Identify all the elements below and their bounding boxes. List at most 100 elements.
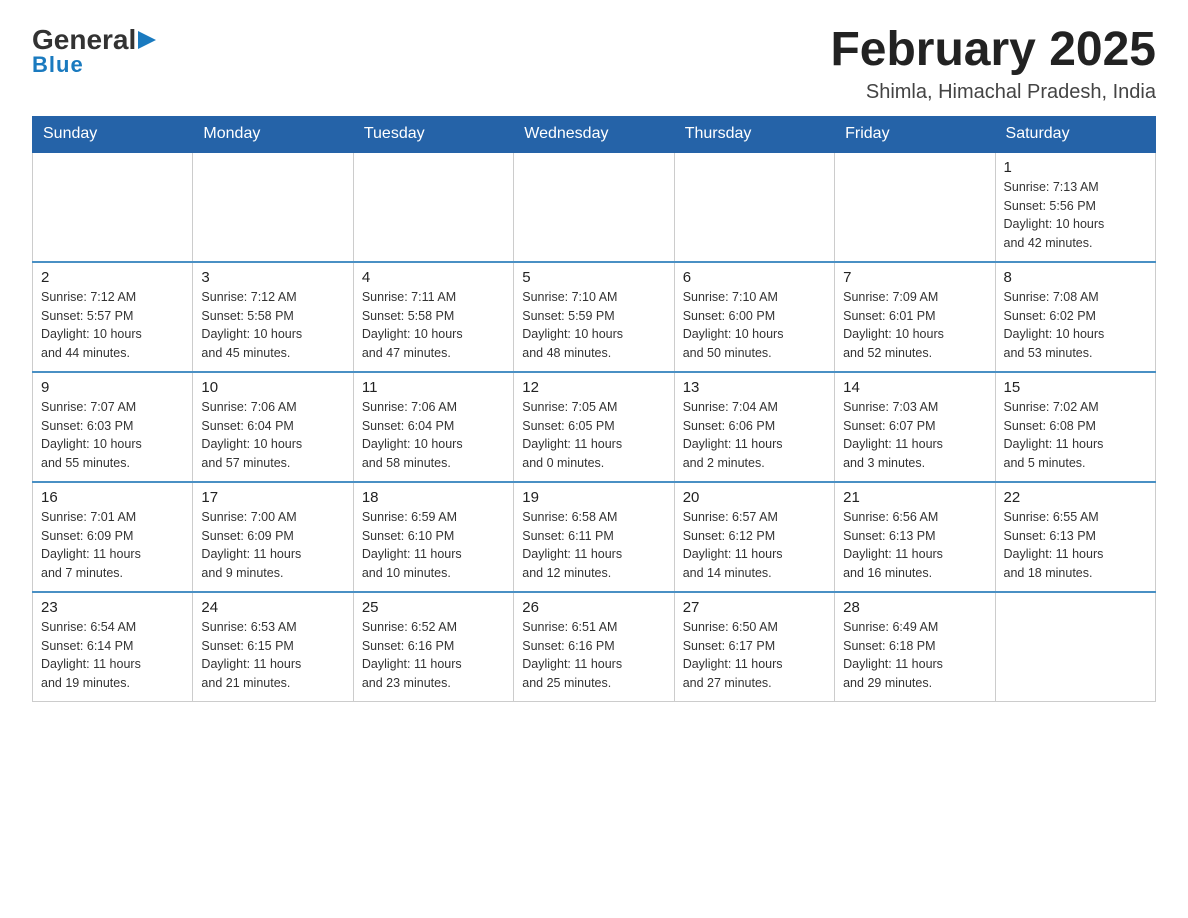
calendar-cell — [353, 152, 513, 262]
calendar-cell: 27 Sunrise: 6:50 AM Sunset: 6:17 PM Dayli… — [674, 592, 834, 702]
day-number: 20 — [683, 489, 826, 506]
day-number: 23 — [41, 599, 184, 616]
calendar-cell: 6 Sunrise: 7:10 AM Sunset: 6:00 PM Daylig… — [674, 262, 834, 372]
day-info: Sunrise: 6:59 AM Sunset: 6:10 PM Dayligh… — [362, 508, 505, 583]
day-number: 22 — [1004, 489, 1147, 506]
calendar-cell — [193, 152, 353, 262]
day-info: Sunrise: 7:03 AM Sunset: 6:07 PM Dayligh… — [843, 398, 986, 473]
header-tuesday: Tuesday — [353, 116, 513, 152]
calendar-cell — [835, 152, 995, 262]
header-saturday: Saturday — [995, 116, 1155, 152]
calendar-cell — [674, 152, 834, 262]
calendar-cell: 13Sunrise: 7:04 AM Sunset: 6:06 PM Dayli… — [674, 372, 834, 482]
day-number: 3 — [201, 269, 344, 286]
header-sunday: Sunday — [33, 116, 193, 152]
day-info: Sunrise: 7:01 AM Sunset: 6:09 PM Dayligh… — [41, 508, 184, 583]
day-info: Sunrise: 7:09 AM Sunset: 6:01 PM Dayligh… — [843, 288, 986, 363]
day-info: Sunrise: 7:05 AM Sunset: 6:05 PM Dayligh… — [522, 398, 665, 473]
day-info: Sunrise: 7:06 AM Sunset: 6:04 PM Dayligh… — [201, 398, 344, 473]
calendar-cell: 3 Sunrise: 7:12 AM Sunset: 5:58 PM Daylig… — [193, 262, 353, 372]
day-info: Sunrise: 7:00 AM Sunset: 6:09 PM Dayligh… — [201, 508, 344, 583]
day-info: Sunrise: 6:50 AM Sunset: 6:17 PM Dayligh… — [683, 618, 826, 693]
day-number: 9 — [41, 379, 184, 396]
weekday-header-row: Sunday Monday Tuesday Wednesday Thursday… — [33, 116, 1156, 152]
calendar-cell: 20 Sunrise: 6:57 AM Sunset: 6:12 PM Dayli… — [674, 482, 834, 592]
logo: General Blue — [32, 24, 156, 78]
day-number: 28 — [843, 599, 986, 616]
day-info: Sunrise: 6:57 AM Sunset: 6:12 PM Dayligh… — [683, 508, 826, 583]
day-number: 7 — [843, 269, 986, 286]
day-info: Sunrise: 7:02 AM Sunset: 6:08 PM Dayligh… — [1004, 398, 1147, 473]
calendar-cell: 9 Sunrise: 7:07 AM Sunset: 6:03 PM Daylig… — [33, 372, 193, 482]
page-subtitle: Shimla, Himachal Pradesh, India — [830, 81, 1156, 104]
calendar-cell: 1 Sunrise: 7:13 AM Sunset: 5:56 PM Daylig… — [995, 152, 1155, 262]
day-number: 2 — [41, 269, 184, 286]
day-info: Sunrise: 6:52 AM Sunset: 6:16 PM Dayligh… — [362, 618, 505, 693]
day-number: 6 — [683, 269, 826, 286]
calendar-week-row: 16Sunrise: 7:01 AM Sunset: 6:09 PM Dayli… — [33, 482, 1156, 592]
day-number: 12 — [522, 379, 665, 396]
calendar-cell: 19 Sunrise: 6:58 AM Sunset: 6:11 PM Dayli… — [514, 482, 674, 592]
day-number: 14 — [843, 379, 986, 396]
calendar-cell: 5 Sunrise: 7:10 AM Sunset: 5:59 PM Daylig… — [514, 262, 674, 372]
calendar-week-row: 23Sunrise: 6:54 AM Sunset: 6:14 PM Dayli… — [33, 592, 1156, 702]
day-info: Sunrise: 6:58 AM Sunset: 6:11 PM Dayligh… — [522, 508, 665, 583]
day-number: 24 — [201, 599, 344, 616]
calendar-cell: 22 Sunrise: 6:55 AM Sunset: 6:13 PM Dayli… — [995, 482, 1155, 592]
calendar-cell — [514, 152, 674, 262]
calendar-cell: 11 Sunrise: 7:06 AM Sunset: 6:04 PM Dayli… — [353, 372, 513, 482]
day-info: Sunrise: 7:12 AM Sunset: 5:58 PM Dayligh… — [201, 288, 344, 363]
header-thursday: Thursday — [674, 116, 834, 152]
calendar-week-row: 9 Sunrise: 7:07 AM Sunset: 6:03 PM Daylig… — [33, 372, 1156, 482]
title-block: February 2025 Shimla, Himachal Pradesh, … — [830, 24, 1156, 104]
day-number: 25 — [362, 599, 505, 616]
day-info: Sunrise: 7:06 AM Sunset: 6:04 PM Dayligh… — [362, 398, 505, 473]
day-number: 1 — [1004, 159, 1147, 176]
day-info: Sunrise: 7:08 AM Sunset: 6:02 PM Dayligh… — [1004, 288, 1147, 363]
calendar-cell: 2 Sunrise: 7:12 AM Sunset: 5:57 PM Daylig… — [33, 262, 193, 372]
calendar-cell: 26 Sunrise: 6:51 AM Sunset: 6:16 PM Dayli… — [514, 592, 674, 702]
day-number: 21 — [843, 489, 986, 506]
calendar-cell: 18Sunrise: 6:59 AM Sunset: 6:10 PM Dayli… — [353, 482, 513, 592]
day-number: 19 — [522, 489, 665, 506]
calendar-cell: 7 Sunrise: 7:09 AM Sunset: 6:01 PM Daylig… — [835, 262, 995, 372]
header-monday: Monday — [193, 116, 353, 152]
calendar-cell: 16Sunrise: 7:01 AM Sunset: 6:09 PM Dayli… — [33, 482, 193, 592]
day-number: 11 — [362, 379, 505, 396]
logo-arrow-icon — [138, 31, 156, 49]
day-number: 26 — [522, 599, 665, 616]
page-title: February 2025 — [830, 24, 1156, 77]
day-number: 15 — [1004, 379, 1147, 396]
day-number: 5 — [522, 269, 665, 286]
logo-blue-text: Blue — [32, 52, 84, 78]
day-info: Sunrise: 6:56 AM Sunset: 6:13 PM Dayligh… — [843, 508, 986, 583]
day-info: Sunrise: 6:51 AM Sunset: 6:16 PM Dayligh… — [522, 618, 665, 693]
calendar-cell: 17 Sunrise: 7:00 AM Sunset: 6:09 PM Dayli… — [193, 482, 353, 592]
day-number: 4 — [362, 269, 505, 286]
day-number: 27 — [683, 599, 826, 616]
calendar-cell — [33, 152, 193, 262]
header-wednesday: Wednesday — [514, 116, 674, 152]
day-info: Sunrise: 7:10 AM Sunset: 6:00 PM Dayligh… — [683, 288, 826, 363]
day-info: Sunrise: 7:10 AM Sunset: 5:59 PM Dayligh… — [522, 288, 665, 363]
calendar-cell: 28Sunrise: 6:49 AM Sunset: 6:18 PM Dayli… — [835, 592, 995, 702]
calendar-cell — [995, 592, 1155, 702]
day-number: 17 — [201, 489, 344, 506]
calendar-cell: 25 Sunrise: 6:52 AM Sunset: 6:16 PM Dayli… — [353, 592, 513, 702]
calendar-week-row: 1 Sunrise: 7:13 AM Sunset: 5:56 PM Daylig… — [33, 152, 1156, 262]
day-info: Sunrise: 7:13 AM Sunset: 5:56 PM Dayligh… — [1004, 178, 1147, 253]
day-info: Sunrise: 7:07 AM Sunset: 6:03 PM Dayligh… — [41, 398, 184, 473]
calendar-cell: 4Sunrise: 7:11 AM Sunset: 5:58 PM Daylig… — [353, 262, 513, 372]
calendar-cell: 24Sunrise: 6:53 AM Sunset: 6:15 PM Dayli… — [193, 592, 353, 702]
day-number: 10 — [201, 379, 344, 396]
calendar-cell: 23Sunrise: 6:54 AM Sunset: 6:14 PM Dayli… — [33, 592, 193, 702]
calendar-cell: 10 Sunrise: 7:06 AM Sunset: 6:04 PM Dayli… — [193, 372, 353, 482]
calendar-cell: 15 Sunrise: 7:02 AM Sunset: 6:08 PM Dayli… — [995, 372, 1155, 482]
day-info: Sunrise: 7:12 AM Sunset: 5:57 PM Dayligh… — [41, 288, 184, 363]
day-number: 8 — [1004, 269, 1147, 286]
header-friday: Friday — [835, 116, 995, 152]
calendar-cell: 8 Sunrise: 7:08 AM Sunset: 6:02 PM Daylig… — [995, 262, 1155, 372]
day-info: Sunrise: 6:55 AM Sunset: 6:13 PM Dayligh… — [1004, 508, 1147, 583]
day-info: Sunrise: 7:04 AM Sunset: 6:06 PM Dayligh… — [683, 398, 826, 473]
page-header: General Blue February 2025 Shimla, Himac… — [32, 24, 1156, 104]
